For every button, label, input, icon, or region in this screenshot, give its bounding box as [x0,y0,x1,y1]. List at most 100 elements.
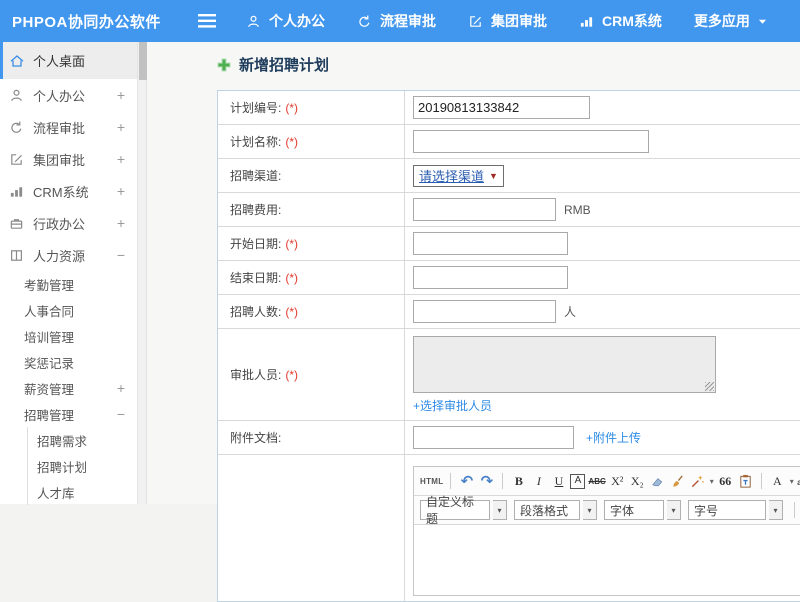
nav-group-approval-label: 集团审批 [491,13,547,29]
dropdown-caret-icon[interactable]: ▾ [583,500,597,520]
font-family-select[interactable]: 字体 [604,500,664,520]
redo-icon[interactable]: ↷ [478,472,495,490]
field-label-cell: 附件文档: [218,421,405,454]
start-date-input[interactable] [413,232,568,255]
field-value-cell: +选择审批人员 [405,329,800,420]
bold-icon[interactable]: B [510,472,527,490]
undo-icon[interactable]: ↶ [458,472,475,490]
expand-toggle-icon[interactable]: + [117,119,125,135]
sidebar-item-薪资管理[interactable]: 薪资管理 + [0,375,137,401]
sidebar-item-招聘需求[interactable]: 招聘需求 [27,427,137,453]
dropdown-caret-icon[interactable]: ▾ [493,500,507,520]
approvers-textarea[interactable] [413,336,716,393]
nav-group-approval[interactable]: 集团审批 [468,11,547,31]
form-row-recruit-channel: 招聘渠道: 请选择渠道 ▼ [218,159,800,193]
expand-toggle-icon[interactable]: + [117,87,125,103]
underline-icon[interactable]: U [550,472,567,490]
sidebar-item-招聘管理[interactable]: 招聘管理 − [0,401,137,427]
editor-content-area[interactable] [414,525,800,595]
sidebar-item-CRM系统[interactable]: CRM系统 + [0,175,137,207]
field-label-cell [218,455,405,601]
sidebar-scrollbar[interactable] [137,42,147,504]
nav-more-apps[interactable]: 更多应用 [694,11,767,31]
sidebar-item-人事合同[interactable]: 人事合同 [0,297,137,323]
toolbar-separator [760,473,762,489]
sidebar-item-流程审批[interactable]: 流程审批 + [0,111,137,143]
blockquote-icon[interactable]: 66 [717,472,734,490]
select-arrow-icon: ▼ [489,170,498,181]
form-row-attachment: 附件文档: +附件上传 [218,421,800,455]
sidebar-item-培训管理[interactable]: 培训管理 [0,323,137,349]
strikethrough-icon[interactable]: ABC [588,472,605,490]
plus-icon [217,58,231,72]
nav-crm-system-label: CRM系统 [602,13,662,29]
approvers-choose-link[interactable]: +选择审批人员 [413,397,492,414]
field-label-cell: 招聘人数: (*) [218,295,405,328]
end-date-input[interactable] [413,266,568,289]
dropdown-label: 自定义标题 [426,495,475,526]
form-row-approvers: 审批人员: (*) +选择审批人员 [218,329,800,421]
subscript-icon[interactable]: X₂ [629,472,646,490]
sidebar-item-行政办公[interactable]: 行政办公 + [0,207,137,239]
sidebar-item-人才库[interactable]: 人才库 [27,479,137,505]
hamburger-menu-icon[interactable] [198,14,216,28]
superscript-icon[interactable]: X² [609,472,626,490]
form-row-plan-number: 计划编号: (*) [218,91,800,125]
sidebar-item-label: 招聘需求 [37,434,88,449]
hr-icon [9,247,26,263]
dropdown-caret-icon[interactable]: ▾ [710,477,714,486]
briefcase-icon [9,215,26,231]
expand-toggle-icon[interactable]: − [117,247,125,263]
sidebar-item-label: 奖惩记录 [24,356,75,371]
paragraph-format-select[interactable]: 段落格式 [514,500,580,520]
expand-toggle-icon[interactable]: + [117,215,125,231]
attachment-upload-link[interactable]: +附件上传 [586,429,641,446]
expand-toggle-icon[interactable]: − [117,406,125,422]
eraser-icon[interactable] [649,472,666,490]
chart-icon [579,14,594,29]
page-title: 新增招聘计划 [239,57,330,74]
sidebar-item-label: 个人办公 [33,88,86,104]
paste-icon[interactable] [737,472,754,490]
sidebar-scrollbar-thumb[interactable] [139,42,147,80]
expand-toggle-icon[interactable]: + [117,183,125,199]
toolbar-separator [502,473,504,489]
font-border-icon[interactable]: A [570,473,586,489]
dropdown-caret-icon[interactable]: ▾ [769,500,783,520]
expand-toggle-icon[interactable]: + [117,380,125,396]
font-size-select[interactable]: 字号 [688,500,766,520]
dropdown-caret-icon[interactable]: ▾ [790,477,794,486]
html-source-button[interactable]: HTML [420,472,443,490]
plan-name-input[interactable] [413,130,649,153]
attachment-input[interactable] [413,426,574,449]
nav-crm-system[interactable]: CRM系统 [579,11,662,31]
sidebar-item-个人办公[interactable]: 个人办公 + [0,79,137,111]
field-label: 招聘渠道: [230,169,282,183]
sidebar-item-招聘计划[interactable]: 招聘计划 [27,453,137,479]
field-value-cell: HTML↶↷BIUAABCX²X₂▾66A▾ab▾自定义标题▾段落格式▾字体▾字… [405,455,800,601]
sidebar-item-个人桌面[interactable]: 个人桌面 [0,42,137,79]
sidebar-item-考勤管理[interactable]: 考勤管理 [0,271,137,297]
headcount-input[interactable] [413,300,556,323]
recruit-channel-select[interactable]: 请选择渠道 ▼ [413,164,504,187]
expand-toggle-icon[interactable]: + [117,151,125,167]
format-brush-icon[interactable] [669,472,686,490]
sidebar-item-集团审批[interactable]: 集团审批 + [0,143,137,175]
italic-icon[interactable]: I [530,472,547,490]
font-color-icon[interactable]: A [769,472,786,490]
page-title-row: 新增招聘计划 [217,54,800,75]
custom-title-select[interactable]: 自定义标题 [420,495,490,526]
field-value-cell [405,91,800,124]
required-mark: (*) [285,236,299,251]
nav-personal-office[interactable]: 个人办公 [246,11,325,31]
field-label: 开始日期: [230,237,282,251]
plan-number-input[interactable] [413,96,590,119]
recruit-cost-input[interactable] [413,198,556,221]
sidebar-item-奖惩记录[interactable]: 奖惩记录 [0,349,137,375]
nav-workflow-approval[interactable]: 流程审批 [357,11,436,31]
autotypeset-icon[interactable] [689,472,706,490]
field-label-cell: 审批人员: (*) [218,329,405,420]
sidebar-item-人力资源[interactable]: 人力资源 − [0,239,137,271]
dropdown-caret-icon[interactable]: ▾ [667,500,681,520]
sidebar-item-label: 人才库 [37,486,75,501]
